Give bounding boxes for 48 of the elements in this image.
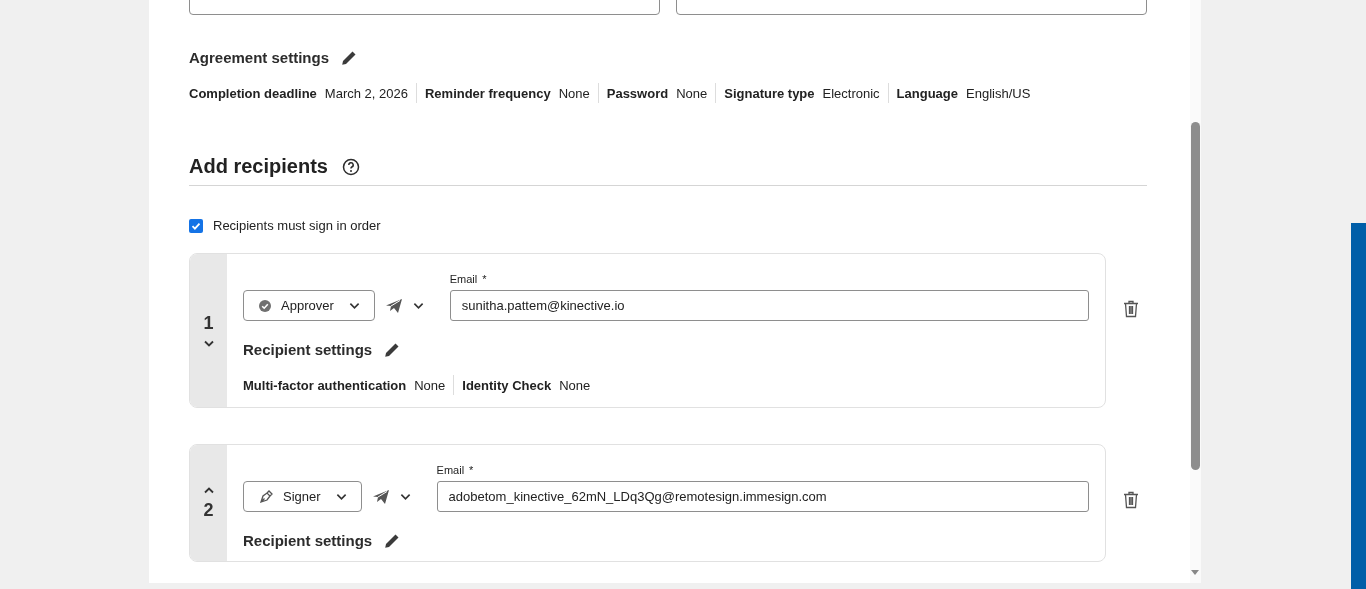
chevron-down-icon xyxy=(335,492,347,501)
trash-icon[interactable] xyxy=(1123,300,1139,318)
scroll-down-icon[interactable] xyxy=(1191,570,1199,575)
checkbox[interactable] xyxy=(189,218,203,233)
required-mark: * xyxy=(482,273,487,285)
order-number: 2 xyxy=(203,499,214,521)
setting-value: Electronic xyxy=(822,85,880,101)
section-title: Recipient settings xyxy=(243,532,373,549)
scrollbar-thumb[interactable] xyxy=(1191,122,1200,470)
setting-label: Multi-factor authentication xyxy=(243,377,407,393)
send-icon[interactable] xyxy=(384,298,403,314)
chevron-down-icon[interactable] xyxy=(412,302,424,310)
required-mark: * xyxy=(469,464,474,476)
role-dropdown[interactable]: Approver xyxy=(243,290,375,321)
section-title: Recipient settings xyxy=(243,341,373,358)
order-number: 1 xyxy=(203,313,214,334)
edit-icon[interactable] xyxy=(384,532,401,549)
email-field[interactable]: adobetom_kinective_62mN_LDq3Qg@remotesign.immesign.com xyxy=(436,481,1089,512)
pen-icon xyxy=(258,488,274,505)
setting-label: Signature type xyxy=(724,85,815,101)
chevron-down-icon xyxy=(348,301,360,310)
help-icon[interactable] xyxy=(341,157,360,176)
setting-label: Language xyxy=(896,85,958,101)
section-title: Agreement settings xyxy=(189,49,330,66)
setting-value: None xyxy=(676,85,708,101)
setting-value: None xyxy=(558,85,590,101)
send-icon[interactable] xyxy=(371,489,390,505)
check-circle-icon xyxy=(258,298,272,313)
setting-value: English/US xyxy=(966,85,1031,101)
chevron-up-icon[interactable] xyxy=(202,485,215,494)
checkbox-label: Recipients must sign in order xyxy=(213,218,381,233)
setting-value: March 2, 2026 xyxy=(324,85,408,101)
setting-value: None xyxy=(559,377,591,393)
chevron-down-icon[interactable] xyxy=(399,493,411,501)
setting-label: Reminder frequency xyxy=(424,85,551,101)
setting-label: Completion deadline xyxy=(189,85,317,101)
edit-icon[interactable] xyxy=(384,341,401,358)
setting-label: Password xyxy=(606,85,669,101)
chevron-down-icon[interactable] xyxy=(202,340,215,348)
section-title: Add recipients xyxy=(189,155,328,178)
edit-icon[interactable] xyxy=(341,49,358,66)
email-field[interactable]: sunitha.pattem@kinective.io xyxy=(449,290,1089,321)
setting-label: Identity Check xyxy=(462,377,552,393)
field-label: Email xyxy=(449,273,478,285)
trash-icon[interactable] xyxy=(1123,491,1139,509)
field-label: Email xyxy=(436,464,465,476)
role-dropdown[interactable]: Signer xyxy=(243,481,362,512)
setting-value: None xyxy=(414,377,446,393)
